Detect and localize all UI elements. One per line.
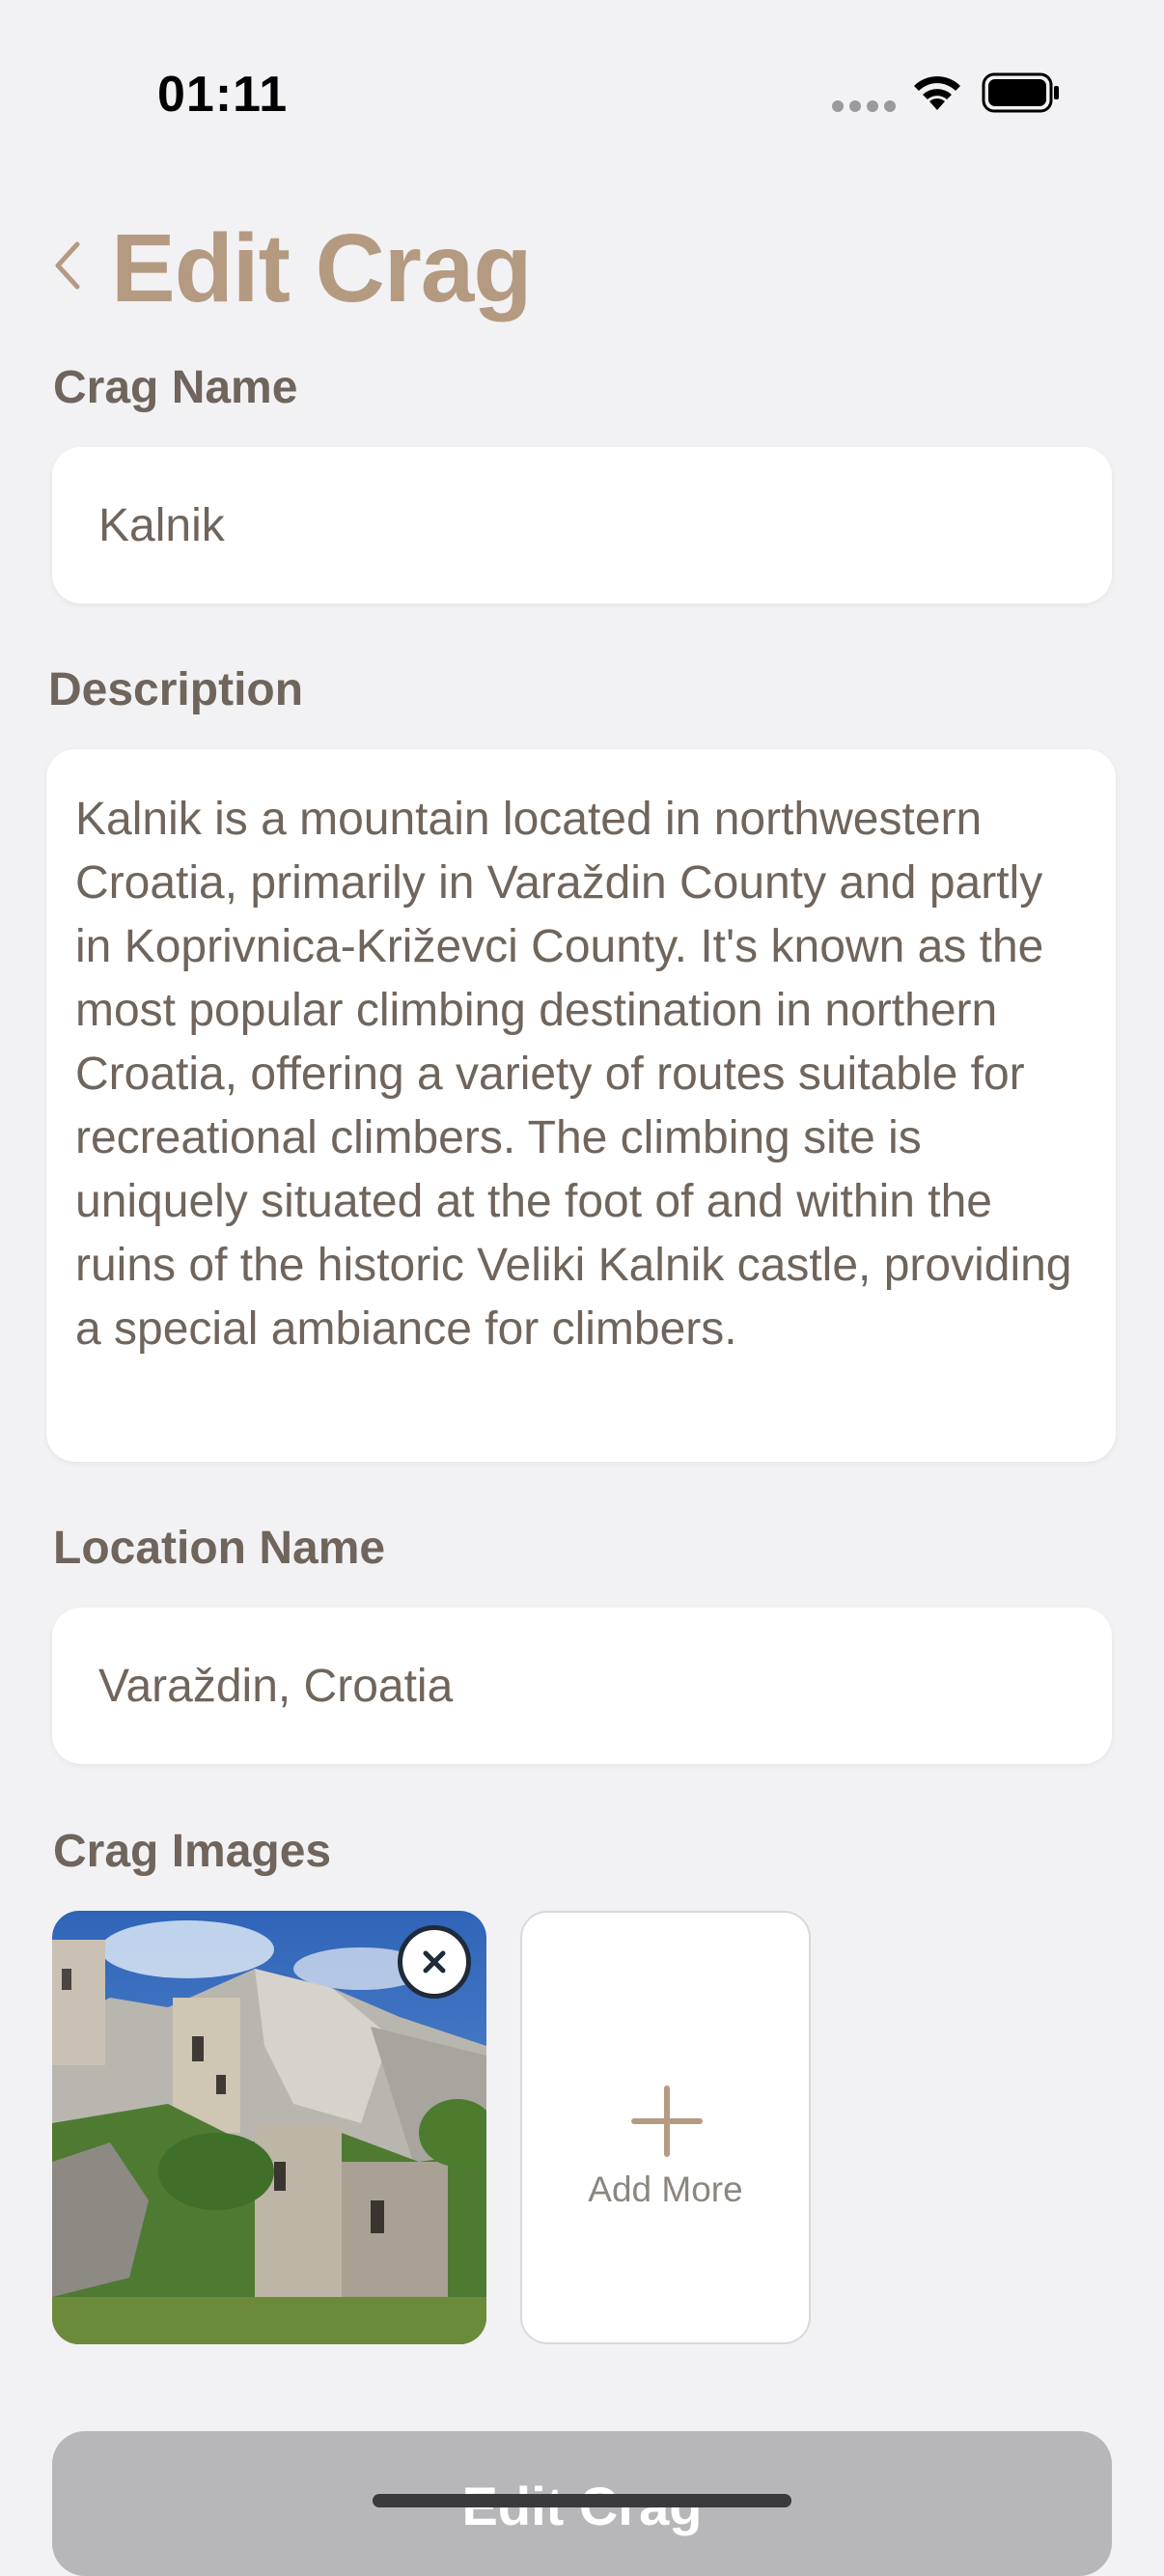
home-indicator <box>373 2494 791 2507</box>
close-icon <box>423 1950 446 1974</box>
crag-name-input[interactable]: Kalnik <box>52 447 1112 603</box>
remove-image-button[interactable] <box>398 1925 471 1999</box>
cellular-signal-icon <box>832 100 896 112</box>
description-label: Description <box>48 664 304 715</box>
plus-icon <box>631 2086 703 2157</box>
crag-name-value: Kalnik <box>98 500 225 551</box>
location-name-input[interactable]: Varaždin, Croatia <box>52 1608 1112 1764</box>
page-title: Edit Crag <box>111 214 532 322</box>
location-name-label: Location Name <box>53 1523 386 1574</box>
navigation-header: Edit Crag <box>0 208 1164 323</box>
status-time: 01:11 <box>157 67 289 123</box>
status-bar: 01:11 <box>0 0 1164 193</box>
back-chevron-icon[interactable] <box>50 237 85 294</box>
add-more-images-button[interactable]: Add More <box>520 1911 811 2344</box>
crag-images-label: Crag Images <box>53 1826 332 1877</box>
crag-name-label: Crag Name <box>53 362 298 413</box>
description-textarea[interactable]: Kalnik is a mountain located in northwes… <box>46 749 1116 1462</box>
wifi-icon <box>914 76 960 110</box>
description-value: Kalnik is a mountain located in northwes… <box>75 794 1072 1355</box>
battery-icon <box>982 72 1059 113</box>
add-more-label: Add More <box>588 2170 743 2209</box>
location-name-value: Varaždin, Croatia <box>98 1661 454 1712</box>
